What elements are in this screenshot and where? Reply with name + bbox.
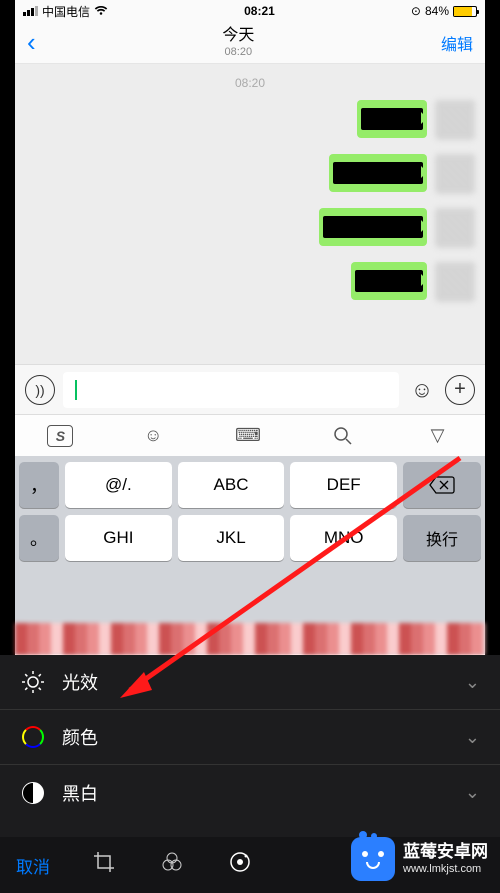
key-jkl[interactable]: JKL	[178, 515, 285, 561]
watermark-url: www.lmkjst.com	[403, 863, 488, 876]
watermark: 蓝莓安卓网 www.lmkjst.com	[351, 837, 488, 881]
newline-key[interactable]: 换行	[403, 515, 481, 561]
chevron-down-icon: ⌄	[465, 672, 480, 693]
cancel-button[interactable]: 取消	[16, 853, 50, 878]
emoji-kb-icon[interactable]: ☺	[138, 421, 168, 451]
key-ghi[interactable]: GHI	[65, 515, 172, 561]
status-bar: 中国电信 08:21 ⊙ 84%	[15, 0, 485, 22]
watermark-title: 蓝莓安卓网	[403, 842, 488, 862]
avatar[interactable]	[435, 154, 475, 194]
message-row	[25, 154, 475, 194]
nav-subtitle: 08:20	[222, 46, 254, 59]
phone-screenshot: 中国电信 08:21 ⊙ 84% ‹ 今天 08:20 编辑 08:20	[15, 0, 485, 655]
back-button[interactable]: ‹	[27, 27, 36, 58]
collapse-icon[interactable]: ▽	[423, 421, 453, 451]
bw-icon	[20, 780, 46, 806]
status-time: 08:21	[244, 4, 275, 18]
nav-bar: ‹ 今天 08:20 编辑	[15, 22, 485, 64]
avatar[interactable]	[435, 262, 475, 302]
message-input[interactable]	[63, 372, 399, 408]
avatar[interactable]	[435, 100, 475, 140]
search-icon[interactable]	[328, 421, 358, 451]
carrier-label: 中国电信	[42, 3, 90, 20]
wifi-icon	[94, 6, 108, 16]
crop-icon[interactable]	[90, 851, 118, 879]
signal-icon	[23, 6, 38, 16]
nav-title: 今天	[222, 26, 254, 45]
keyboard-toolbar: S ☺ ⌨ ▽	[15, 414, 485, 456]
battery-pct: 84%	[425, 4, 449, 18]
key-def[interactable]: DEF	[290, 462, 397, 508]
light-effects-row[interactable]: 光效 ⌄	[0, 655, 500, 710]
battery-icon	[453, 6, 477, 17]
sogou-icon[interactable]: S	[47, 425, 73, 447]
backspace-key[interactable]	[403, 462, 481, 508]
chevron-down-icon: ⌄	[465, 727, 480, 748]
message-row	[25, 208, 475, 248]
light-label: 光效	[62, 669, 98, 695]
chat-timestamp: 08:20	[25, 76, 475, 90]
keyboard-switch-icon[interactable]: ⌨	[233, 421, 263, 451]
brightness-icon	[20, 669, 46, 695]
watermark-logo	[351, 837, 395, 881]
color-row[interactable]: 颜色 ⌄	[0, 710, 500, 765]
avatar[interactable]	[435, 208, 475, 248]
plus-icon[interactable]: +	[445, 375, 475, 405]
alarm-icon: ⊙	[411, 4, 421, 18]
key-mno[interactable]: MNO	[290, 515, 397, 561]
message-row	[25, 100, 475, 140]
redacted-strip	[15, 623, 485, 655]
chevron-down-icon: ⌄	[465, 782, 480, 803]
bw-label: 黑白	[62, 780, 98, 806]
message-row	[25, 262, 475, 302]
adjust-icon[interactable]	[226, 850, 254, 880]
key-period[interactable]: 。	[19, 515, 59, 561]
filters-icon[interactable]	[158, 851, 186, 879]
key-abc[interactable]: ABC	[178, 462, 285, 508]
key-comma[interactable]: ，	[19, 462, 59, 508]
emoji-icon[interactable]: ☺	[407, 375, 437, 405]
input-bar: )) ☺ +	[15, 364, 485, 414]
color-label: 颜色	[62, 724, 98, 750]
key-1[interactable]: @/.	[65, 462, 172, 508]
keyboard: ， @/. ABC DEF 。 GHI JKL MNO 换行	[15, 456, 485, 654]
edit-button[interactable]: 编辑	[441, 31, 473, 55]
chat-area[interactable]: 08:20	[15, 64, 485, 364]
bw-row[interactable]: 黑白 ⌄	[0, 765, 500, 820]
color-icon	[20, 724, 46, 750]
voice-icon[interactable]: ))	[25, 375, 55, 405]
